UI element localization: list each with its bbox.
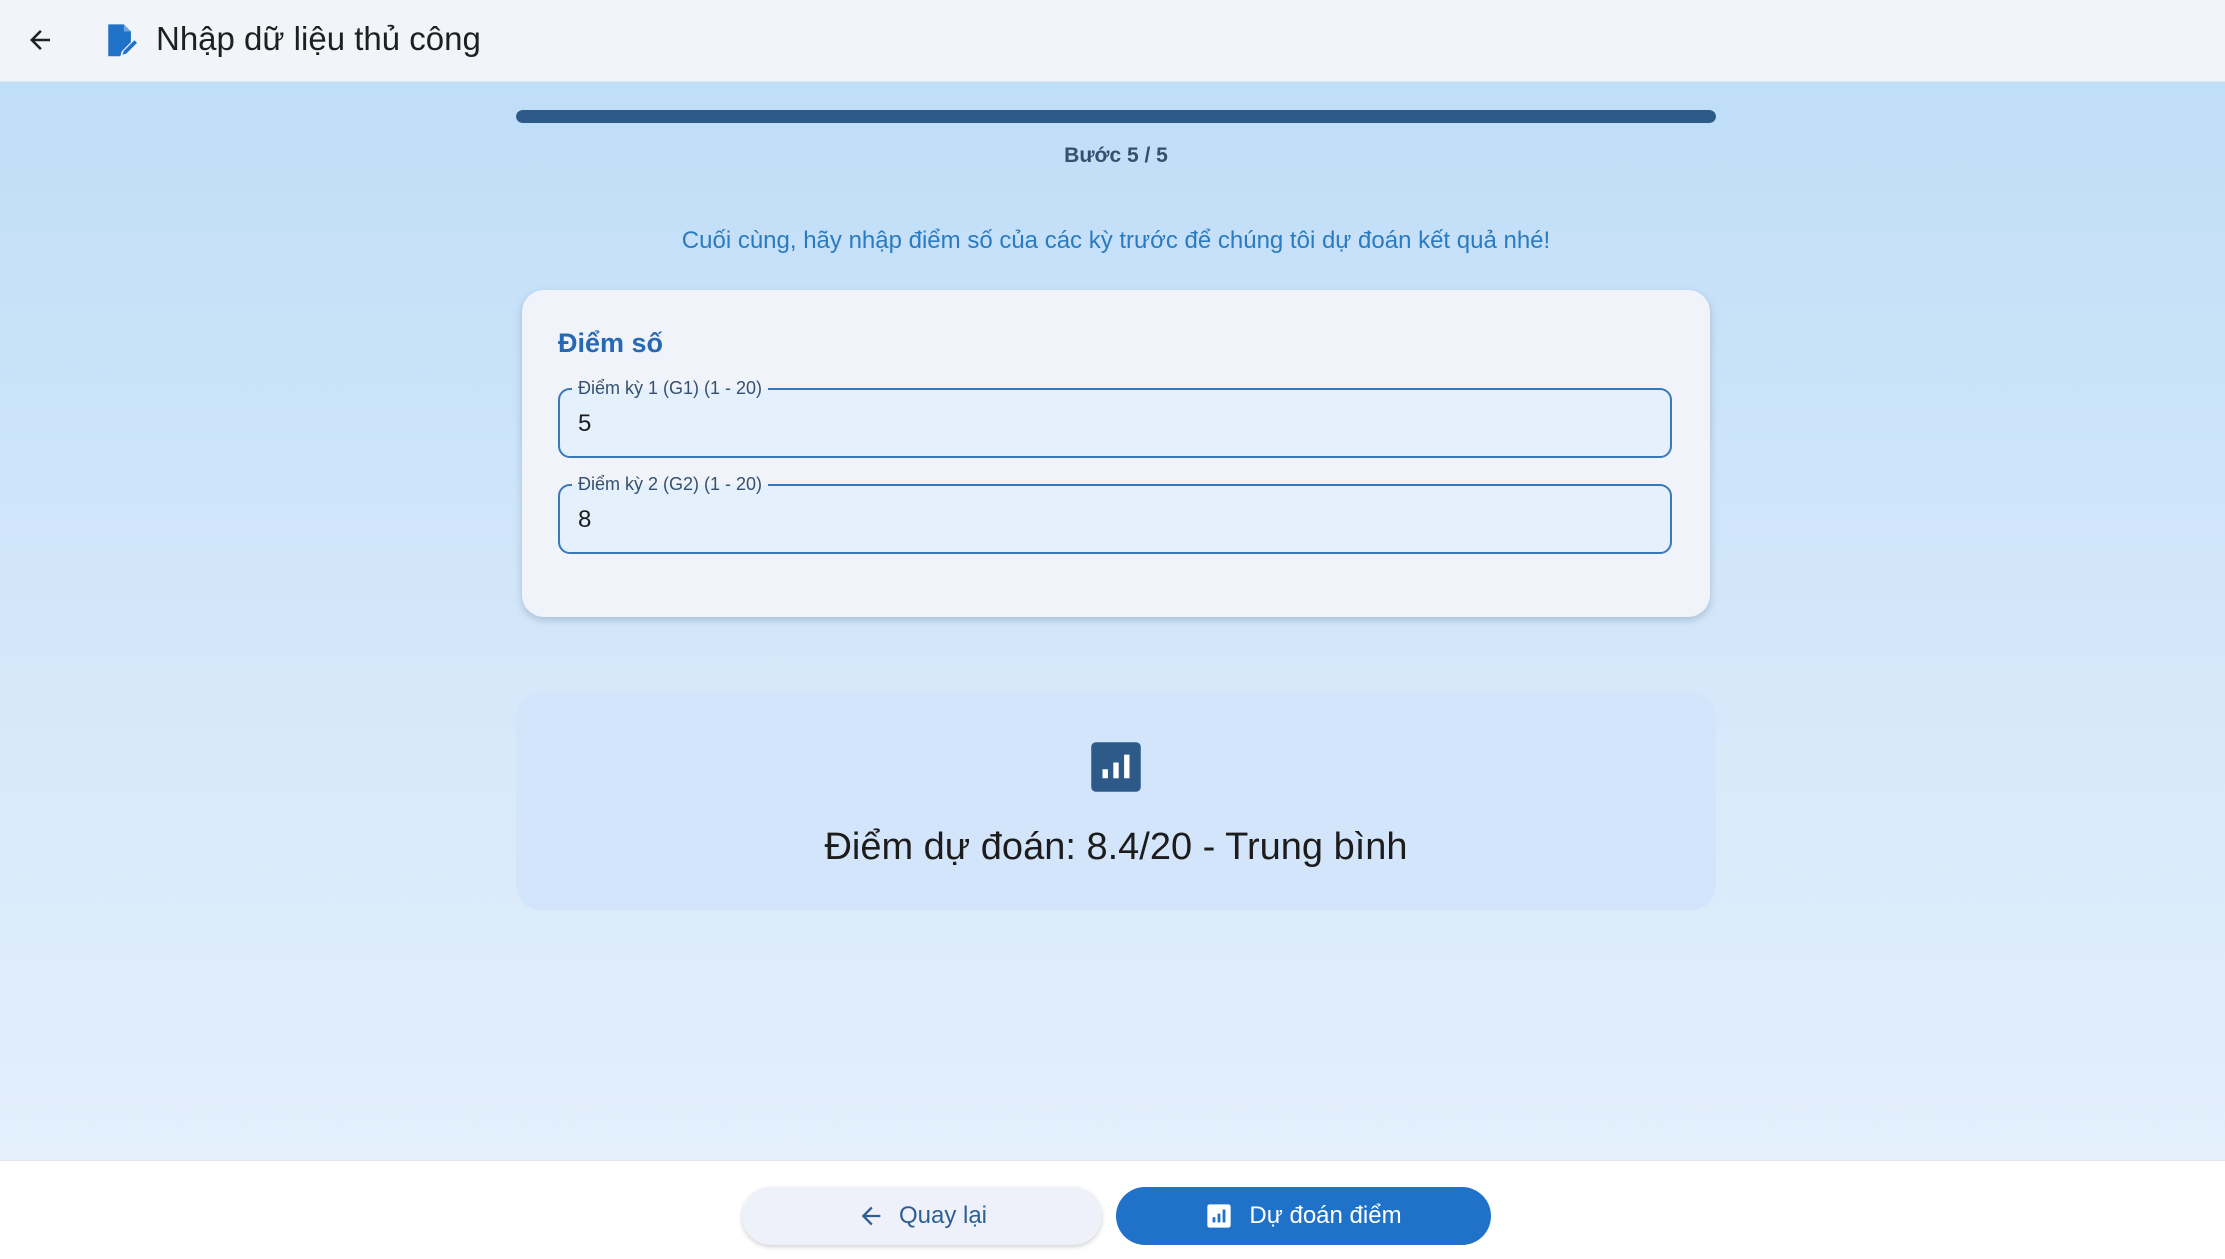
g2-score-field[interactable]: Điểm kỳ 2 (G2) (1 - 20) 8 [558,473,1672,554]
app-bar: Nhập dữ liệu thủ công [0,0,2225,82]
bar-chart-icon [1207,1204,1232,1228]
edit-document-icon [108,24,138,57]
arrow-left-icon [30,30,50,50]
previous-step-button[interactable]: Quay lại [742,1187,1102,1245]
intro-text: Cuối cùng, hãy nhập điểm số của các kỳ t… [681,227,1551,254]
step-progress-bar [516,110,1716,123]
arrow-left-icon [861,1206,881,1226]
scores-card: Điểm số Điểm kỳ 1 (G1) (1 - 20) 5 Điểm k… [522,290,1710,617]
scores-card-title: Điểm số [558,328,664,358]
prediction-result-panel: Điểm dự đoán: 8.4/20 - Trung bình [516,692,1716,910]
g1-score-field[interactable]: Điểm kỳ 1 (G1) (1 - 20) 5 [558,377,1672,458]
predict-score-label: Dự đoán điểm [1249,1202,1402,1229]
page-title: Nhập dữ liệu thủ công [156,20,481,57]
predict-score-button[interactable]: Dự đoán điểm [1116,1187,1491,1245]
g1-score-value[interactable]: 5 [578,410,591,438]
bottom-action-bar: Quay lại Dự đoán điểm [0,1160,2225,1259]
step-progress-fill [516,110,1716,123]
back-button[interactable] [18,18,62,62]
bar-chart-icon [1091,742,1141,792]
g1-score-label: Điểm kỳ 1 (G1) (1 - 20) [572,377,769,399]
prediction-result-text: Điểm dự đoán: 8.4/20 - Trung bình [824,826,1408,868]
g2-score-value[interactable]: 8 [578,506,591,534]
previous-step-label: Quay lại [898,1202,988,1229]
g2-score-label: Điểm kỳ 2 (G2) (1 - 20) [572,473,769,495]
step-indicator: Bước 5 / 5 [1064,144,1168,167]
